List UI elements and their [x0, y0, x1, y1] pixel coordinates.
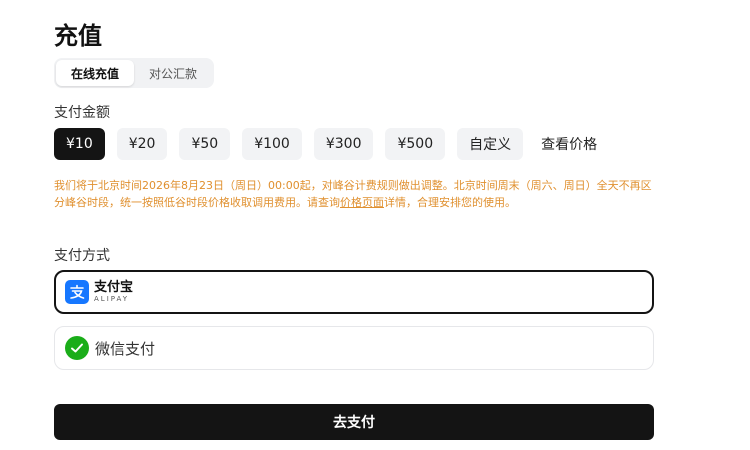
amount-section-label: 支付金额	[54, 105, 110, 121]
view-price-link[interactable]: 查看价格	[535, 128, 603, 160]
amount-option-500[interactable]: ¥500	[385, 128, 446, 160]
alipay-name: 支付宝	[94, 280, 134, 295]
pricing-notice: 我们将于北京时间2026年8月23日（周日）00:00起，对峰谷计费规则做出调整…	[54, 177, 654, 211]
payment-method-wechat[interactable]: 微信支付	[54, 326, 654, 370]
amount-option-20[interactable]: ¥20	[116, 128, 168, 160]
payment-method-alipay[interactable]: 支付宝 ALIPAY	[54, 270, 654, 314]
amount-option-100[interactable]: ¥100	[242, 128, 302, 160]
alipay-subtitle: ALIPAY	[94, 295, 130, 303]
alipay-icon	[65, 280, 89, 304]
tab-corporate-transfer[interactable]: 对公汇款	[134, 60, 212, 86]
amount-option-50[interactable]: ¥50	[179, 128, 231, 160]
amount-option-300[interactable]: ¥300	[313, 128, 374, 160]
recharge-tabs: 在线充值 对公汇款	[54, 58, 214, 88]
amount-options: ¥10 ¥20 ¥50 ¥100 ¥300 ¥500 自定义 查看价格	[54, 128, 603, 160]
wechat-name: 微信支付	[95, 339, 156, 358]
wechat-icon	[65, 336, 89, 360]
notice-text-after: 详情，合理安排您的使用。	[384, 196, 516, 209]
pay-button[interactable]: 去支付	[54, 404, 654, 440]
price-page-link[interactable]: 价格页面	[340, 196, 384, 209]
amount-option-10[interactable]: ¥10	[54, 128, 105, 160]
amount-option-custom[interactable]: 自定义	[457, 128, 524, 160]
tab-online-recharge[interactable]: 在线充值	[56, 60, 134, 86]
payment-section-label: 支付方式	[54, 248, 110, 264]
page-title: 充值	[54, 22, 102, 50]
